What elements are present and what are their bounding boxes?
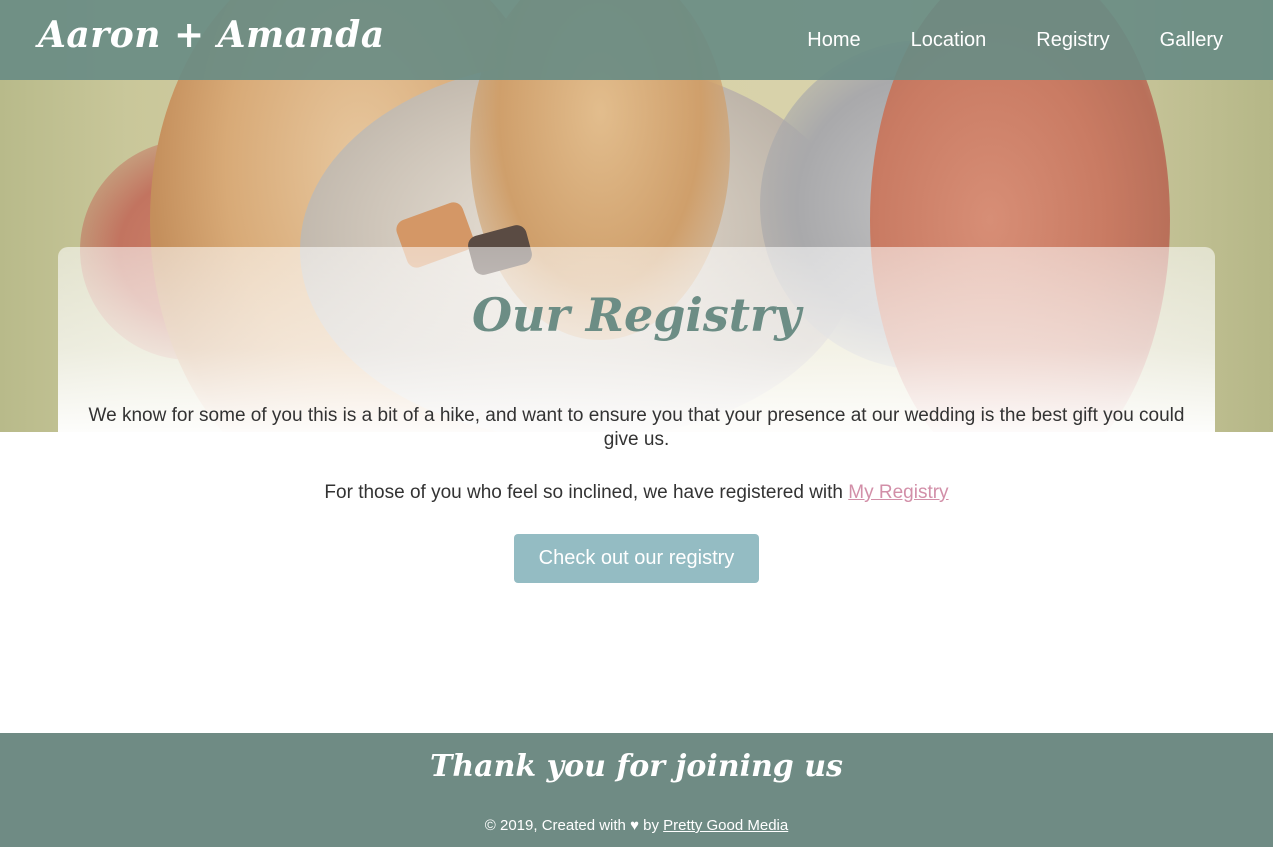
registered-text: For those of you who feel so inclined, w… — [0, 481, 1273, 505]
nav-home[interactable]: Home — [807, 29, 860, 52]
page-title: Our Registry — [471, 288, 801, 342]
site-footer: Thank you for joining us © 2019, Created… — [0, 733, 1273, 847]
nav-registry[interactable]: Registry — [1036, 29, 1109, 52]
footer-credit-text: © 2019, Created with ♥ by — [484, 817, 664, 834]
nav-gallery[interactable]: Gallery — [1160, 29, 1223, 52]
main-nav: Home Location Registry Gallery — [807, 0, 1223, 80]
my-registry-link[interactable]: My Registry — [848, 482, 948, 503]
site-header: Aaron + Amanda Home Location Registry Ga… — [0, 0, 1273, 80]
footer-title: Thank you for joining us — [430, 749, 843, 784]
credit-link[interactable]: Pretty Good Media — [663, 817, 788, 834]
site-brand[interactable]: Aaron + Amanda — [38, 14, 385, 56]
nav-location[interactable]: Location — [911, 29, 987, 52]
footer-credit: © 2019, Created with ♥ by Pretty Good Me… — [0, 817, 1273, 834]
registry-button[interactable]: Check out our registry — [514, 534, 759, 583]
registered-label: For those of you who feel so inclined, w… — [324, 482, 849, 503]
intro-text: We know for some of you this is a bit of… — [88, 405, 1185, 450]
